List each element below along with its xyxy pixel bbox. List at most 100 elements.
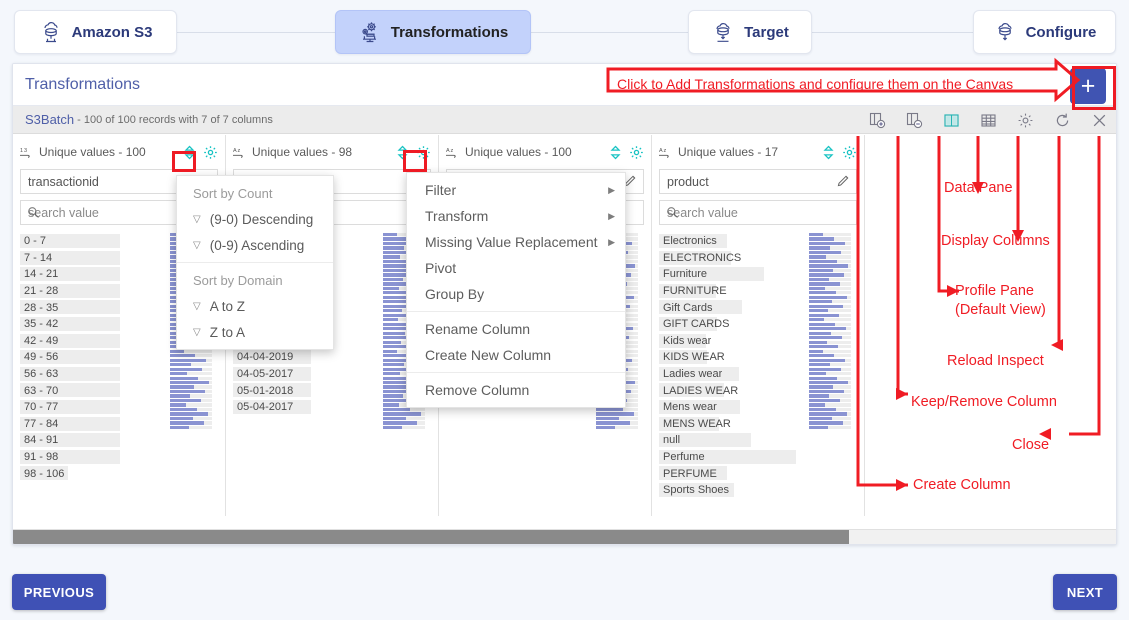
keep-remove-column-icon[interactable] [905, 111, 923, 129]
value-row[interactable]: KIDS WEAR [659, 349, 857, 366]
gear-menu-item-label: Group By [425, 286, 484, 302]
sort-dropdown-menu[interactable]: Sort by Count▽(9-0) Descending▽(0-9) Asc… [176, 175, 334, 350]
column-gear-dropdown-menu[interactable]: Filter▶Transform▶Missing Value Replaceme… [406, 172, 626, 408]
text-type-icon: Az [233, 146, 247, 158]
column-search-input[interactable]: search value [659, 200, 857, 225]
value-row[interactable]: 04-05-2017 [233, 366, 431, 383]
sort-section-header: Sort by Count [177, 180, 333, 206]
value-row[interactable]: Furniture [659, 266, 857, 283]
card-header: Transformations + [13, 64, 1116, 106]
column-gear-icon[interactable] [628, 144, 644, 160]
value-row[interactable]: 98 - 106 [20, 465, 218, 482]
column-name-field[interactable]: product [659, 169, 857, 194]
value-label: 05-04-2017 [233, 401, 293, 413]
value-label: ELECTRONICS [659, 252, 741, 264]
wizard-tab-configure[interactable]: Configure [973, 10, 1116, 54]
svg-text:3: 3 [24, 148, 27, 154]
value-row[interactable]: 70 - 77 [20, 399, 218, 416]
value-row[interactable]: 49 - 56 [20, 349, 218, 366]
gear-menu-item-label: Create New Column [425, 347, 551, 363]
value-row[interactable]: 56 - 63 [20, 366, 218, 383]
value-row[interactable]: 77 - 84 [20, 416, 218, 433]
gear-menu-item[interactable]: Pivot [407, 255, 625, 281]
gear-menu-item[interactable]: Filter▶ [407, 177, 625, 203]
value-row[interactable]: MENS WEAR [659, 416, 857, 433]
triangle-down-icon: ▽ [193, 327, 201, 338]
value-label: 42 - 49 [20, 335, 58, 347]
column-sort-icon[interactable] [820, 144, 836, 160]
wizard-tab-target[interactable]: Target [688, 10, 812, 54]
scrollbar-thumb[interactable] [13, 530, 849, 545]
sort-menu-item[interactable]: ▽Z to A [177, 319, 333, 345]
value-row[interactable]: Ladies wear [659, 366, 857, 383]
value-row[interactable]: null [659, 432, 857, 449]
gear-menu-item[interactable]: Group By [407, 281, 625, 307]
value-row[interactable]: LADIES WEAR [659, 382, 857, 399]
column-gear-icon[interactable] [841, 144, 857, 160]
column-sort-icon[interactable] [607, 144, 623, 160]
value-row[interactable]: ELECTRONICS [659, 250, 857, 267]
value-row[interactable]: 63 - 70 [20, 382, 218, 399]
gear-menu-item-label: Remove Column [425, 382, 529, 398]
unique-values-label: Unique values - 100 [465, 145, 602, 159]
triangle-down-icon: ▽ [193, 301, 201, 312]
add-transformation-button[interactable]: + [1070, 68, 1106, 104]
wizard-tab-amazon-s3[interactable]: Amazon S3 [14, 10, 177, 54]
value-row[interactable]: FURNITURE [659, 283, 857, 300]
sort-menu-item[interactable]: ▽(9-0) Descending [177, 206, 333, 232]
close-icon[interactable] [1090, 111, 1108, 129]
value-row[interactable]: Perfume [659, 449, 857, 466]
previous-button[interactable]: PREVIOUS [12, 574, 106, 610]
wizard-tab-transformations[interactable]: Transformations [335, 10, 531, 54]
value-row[interactable]: PERFUME [659, 465, 857, 482]
value-row[interactable]: GIFT CARDS [659, 316, 857, 333]
svg-text:z: z [451, 148, 454, 154]
value-label: 04-05-2017 [233, 368, 293, 380]
value-row[interactable]: 05-01-2018 [233, 382, 431, 399]
gear-menu-item[interactable]: Rename Column [407, 316, 625, 342]
unique-values-label: Unique values - 100 [39, 145, 176, 159]
dataset-subheader: S3Batch - 100 of 100 records with 7 of 7… [13, 106, 1116, 134]
value-row[interactable]: Mens wear [659, 399, 857, 416]
data-pane-icon[interactable] [979, 111, 997, 129]
menu-separator [407, 311, 625, 312]
value-row[interactable]: Electronics [659, 233, 857, 250]
chevron-right-icon: ▶ [608, 211, 615, 222]
value-row[interactable]: 84 - 91 [20, 432, 218, 449]
gear-menu-item[interactable]: Create New Column [407, 342, 625, 368]
value-row[interactable]: Kids wear [659, 333, 857, 350]
reload-inspect-icon[interactable] [1053, 111, 1071, 129]
sort-menu-item-label: A to Z [210, 299, 245, 314]
wizard-connector-line [100, 32, 1029, 33]
svg-text:A: A [233, 148, 237, 154]
gear-menu-item[interactable]: Remove Column [407, 377, 625, 403]
value-row[interactable]: 05-04-2017 [233, 399, 431, 416]
gear-menu-item-label: Missing Value Replacement [425, 234, 598, 250]
chevron-right-icon: ▶ [608, 237, 615, 248]
display-columns-icon[interactable] [1016, 111, 1034, 129]
create-column-icon[interactable] [868, 111, 886, 129]
value-row[interactable]: Gift Cards [659, 299, 857, 316]
edit-pencil-icon[interactable] [837, 174, 850, 190]
column-sort-icon[interactable] [394, 144, 410, 160]
value-label: Ladies wear [659, 368, 722, 380]
column-sort-icon[interactable] [181, 144, 197, 160]
profile-pane-icon[interactable] [942, 111, 960, 129]
next-button[interactable]: NEXT [1053, 574, 1117, 610]
gear-menu-item[interactable]: Transform▶ [407, 203, 625, 229]
horizontal-scrollbar[interactable] [13, 529, 1116, 544]
column-gear-icon[interactable] [202, 144, 218, 160]
sort-menu-item[interactable]: ▽ A to Z [177, 293, 333, 319]
gear-menu-item[interactable]: Missing Value Replacement ▶ [407, 229, 625, 255]
svg-text:A: A [446, 148, 450, 154]
value-label: 28 - 35 [20, 302, 58, 314]
value-label: Gift Cards [659, 302, 713, 314]
value-row[interactable]: 04-04-2019 [233, 349, 431, 366]
wizard-tab-label: Target [744, 24, 789, 41]
value-distribution-list: Electronics ELECTRONICS FurnitureFURNITURE… [659, 233, 857, 499]
value-row[interactable]: Sports Shoes [659, 482, 857, 499]
sort-menu-item[interactable]: ▽(0-9) Ascending [177, 232, 333, 258]
value-label: 35 - 42 [20, 318, 58, 330]
value-row[interactable]: 91 - 98 [20, 449, 218, 466]
column-gear-icon[interactable] [415, 144, 431, 160]
